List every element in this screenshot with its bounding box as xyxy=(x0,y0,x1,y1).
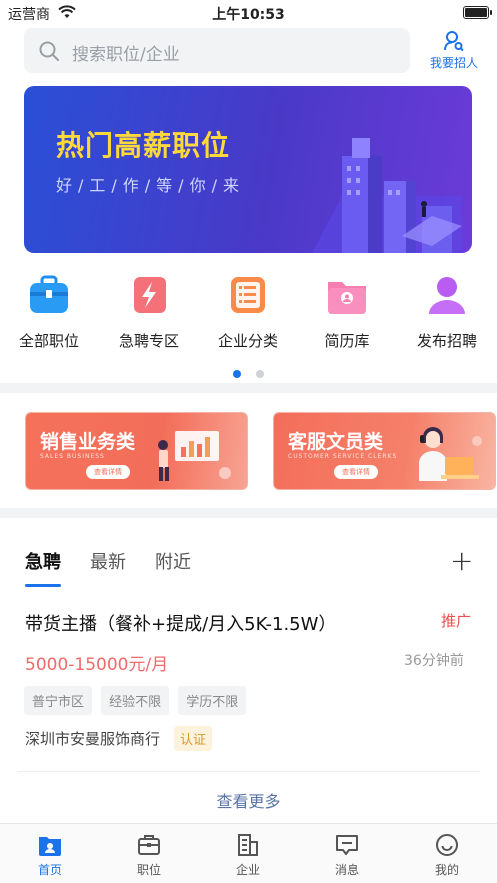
tabbar-label: 首页 xyxy=(37,863,62,877)
tabbar-profile[interactable]: 我的 xyxy=(417,832,477,878)
category-label: 急聘专区 xyxy=(118,332,179,350)
promo-subtitle: SALES BUSINESS xyxy=(40,453,105,460)
tabbar-label: 职位 xyxy=(136,863,161,877)
battery-icon xyxy=(463,6,492,19)
tabbar-company[interactable]: 企业 xyxy=(218,832,278,878)
recruiter-icon xyxy=(444,31,464,52)
sales-illustration xyxy=(158,431,231,481)
job-requirements: 普宁市区 经验不限 学历不限 xyxy=(24,686,250,715)
promo-subtitle: CUSTOMER SERVICE CLERKS xyxy=(288,453,398,460)
category-company[interactable]: 企业分类 xyxy=(203,272,293,351)
job-card[interactable]: 带货主播（餐补+提成/月入5K-1.5W） 推广 5000-15000元/月 3… xyxy=(0,600,497,772)
category-label: 企业分类 xyxy=(217,332,278,350)
tab-nearby[interactable]: 附近 xyxy=(155,548,191,574)
job-salary: 5000-15000元/月 xyxy=(25,655,169,675)
tab-indicator xyxy=(25,584,61,587)
job-tabs: 急聘 最新 附近 + xyxy=(0,540,497,590)
category-resume[interactable]: 简历库 xyxy=(302,272,392,351)
location-chip: 普宁市区 xyxy=(24,686,93,715)
promo-title: 销售业务类 xyxy=(40,431,136,453)
company-name: 深圳市安曼服饰商行 xyxy=(25,730,161,748)
tabbar-jobs[interactable]: 职位 xyxy=(119,832,179,878)
city-illustration xyxy=(312,138,462,253)
promo-detail-button[interactable]: 查看详情 xyxy=(86,465,130,479)
experience-chip: 经验不限 xyxy=(101,686,170,715)
search-icon xyxy=(39,41,59,61)
carousel-dots xyxy=(0,363,497,382)
job-title: 带货主播（餐补+提成/月入5K-1.5W） xyxy=(25,614,337,635)
tabbar-messages[interactable]: 消息 xyxy=(317,832,377,878)
add-button[interactable]: + xyxy=(450,544,473,577)
promo-detail-button[interactable]: 查看详情 xyxy=(334,465,378,479)
tab-urgent[interactable]: 急聘 xyxy=(25,548,61,574)
status-bar: 运营商 上午10:53 xyxy=(0,0,497,26)
recruit-button[interactable]: 我要招人 xyxy=(424,30,484,74)
posted-time: 36分钟前 xyxy=(404,653,464,669)
category-post-job[interactable]: 发布招聘 xyxy=(402,272,492,351)
briefcase-icon xyxy=(30,275,68,313)
search-placeholder: 搜索职位/企业 xyxy=(72,45,180,65)
category-label: 简历库 xyxy=(324,332,370,350)
promoted-tag: 推广 xyxy=(441,612,472,630)
service-illustration xyxy=(419,427,482,481)
category-all-jobs[interactable]: 全部职位 xyxy=(4,272,94,351)
promo-service[interactable]: 客服文员类 CUSTOMER SERVICE CLERKS 查看详情 xyxy=(273,412,496,490)
education-chip: 学历不限 xyxy=(178,686,247,715)
verified-badge: 认证 xyxy=(174,726,213,751)
person-icon xyxy=(429,277,465,314)
tabbar-label: 消息 xyxy=(334,863,359,877)
building-icon xyxy=(238,834,258,856)
category-label: 发布招聘 xyxy=(416,332,477,350)
home-folder-icon xyxy=(39,837,61,856)
view-more-link[interactable]: 查看更多 xyxy=(0,788,497,812)
hero-banner[interactable]: 热门高薪职位 好/工/作/等/你/来 xyxy=(24,86,472,253)
message-icon xyxy=(336,835,358,855)
search-input[interactable]: 搜索职位/企业 xyxy=(24,28,410,73)
resume-folder-icon xyxy=(328,282,366,314)
clock: 上午10:53 xyxy=(212,7,285,23)
carousel-dot[interactable] xyxy=(256,370,265,378)
tab-latest[interactable]: 最新 xyxy=(90,548,126,574)
lightning-icon xyxy=(134,277,166,313)
promo-title: 客服文员类 xyxy=(288,431,384,453)
smiley-icon xyxy=(436,834,458,856)
list-separator xyxy=(18,771,480,772)
banner-title: 热门高薪职位 xyxy=(56,129,231,162)
category-label: 全部职位 xyxy=(18,332,79,350)
carousel-dot-active[interactable] xyxy=(232,370,241,378)
section-divider xyxy=(0,508,497,518)
banner-subtitle: 好/工/作/等/你/来 xyxy=(56,176,245,195)
tabbar-label: 我的 xyxy=(434,863,459,877)
tabbar-home[interactable]: 首页 xyxy=(20,832,80,878)
category-grid: 全部职位 急聘专区 企业分类 简历库 发布招聘 xyxy=(0,272,497,362)
category-urgent[interactable]: 急聘专区 xyxy=(104,272,194,351)
briefcase-icon xyxy=(138,835,160,855)
tabbar-label: 企业 xyxy=(235,863,260,877)
section-divider xyxy=(0,383,497,393)
list-icon xyxy=(231,277,265,313)
promo-sales[interactable]: 销售业务类 SALES BUSINESS 查看详情 xyxy=(25,412,248,490)
bottom-tab-bar: 首页 职位 企业 消息 我的 xyxy=(0,823,497,883)
recruit-label: 我要招人 xyxy=(429,56,478,70)
